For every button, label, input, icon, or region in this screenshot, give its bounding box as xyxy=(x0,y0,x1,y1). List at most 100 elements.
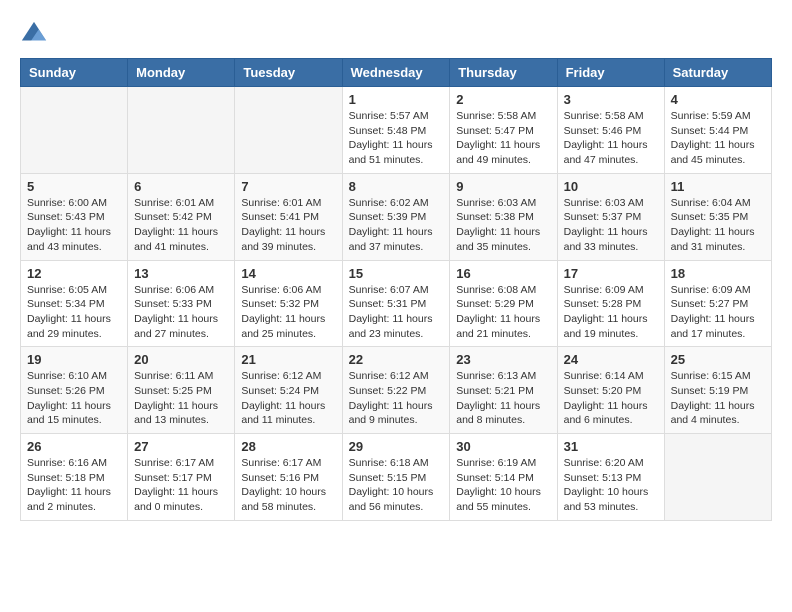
day-number: 12 xyxy=(27,266,121,281)
calendar-cell: 7 Sunrise: 6:01 AM Sunset: 5:41 PM Daylig… xyxy=(235,173,342,260)
calendar-week-row: 1 Sunrise: 5:57 AM Sunset: 5:48 PM Daylig… xyxy=(21,87,772,174)
day-info: Sunrise: 6:03 AM Sunset: 5:37 PM Dayligh… xyxy=(564,196,658,255)
day-number: 15 xyxy=(349,266,444,281)
calendar-week-row: 19Sunrise: 6:10 AM Sunset: 5:26 PM Dayli… xyxy=(21,347,772,434)
day-info: Sunrise: 6:11 AM Sunset: 5:25 PM Dayligh… xyxy=(134,369,228,428)
day-info: Sunrise: 6:01 AM Sunset: 5:41 PM Dayligh… xyxy=(241,196,335,255)
calendar-cell xyxy=(664,434,771,521)
calendar-cell: 6 Sunrise: 6:01 AM Sunset: 5:42 PM Daylig… xyxy=(128,173,235,260)
day-of-week-header: Sunday xyxy=(21,59,128,87)
day-number: 22 xyxy=(349,352,444,367)
day-number: 1 xyxy=(349,92,444,107)
calendar-cell: 31 Sunrise: 6:20 AM Sunset: 5:13 PM Dayli… xyxy=(557,434,664,521)
calendar-cell: 26 Sunrise: 6:16 AM Sunset: 5:18 PM Dayli… xyxy=(21,434,128,521)
logo xyxy=(20,20,52,48)
day-number: 2 xyxy=(456,92,550,107)
day-number: 13 xyxy=(134,266,228,281)
calendar-week-row: 26 Sunrise: 6:16 AM Sunset: 5:18 PM Dayli… xyxy=(21,434,772,521)
calendar-cell: 12 Sunrise: 6:05 AM Sunset: 5:34 PM Dayli… xyxy=(21,260,128,347)
day-number: 5 xyxy=(27,179,121,194)
calendar-cell: 24Sunrise: 6:14 AM Sunset: 5:20 PM Dayli… xyxy=(557,347,664,434)
page-header xyxy=(20,20,772,48)
day-info: Sunrise: 6:16 AM Sunset: 5:18 PM Dayligh… xyxy=(27,456,121,515)
day-number: 26 xyxy=(27,439,121,454)
calendar-cell: 11 Sunrise: 6:04 AM Sunset: 5:35 PM Dayli… xyxy=(664,173,771,260)
day-info: Sunrise: 6:06 AM Sunset: 5:33 PM Dayligh… xyxy=(134,283,228,342)
calendar-week-row: 12 Sunrise: 6:05 AM Sunset: 5:34 PM Dayli… xyxy=(21,260,772,347)
day-info: Sunrise: 6:09 AM Sunset: 5:27 PM Dayligh… xyxy=(671,283,765,342)
day-info: Sunrise: 6:19 AM Sunset: 5:14 PM Dayligh… xyxy=(456,456,550,515)
day-number: 8 xyxy=(349,179,444,194)
calendar-cell: 9Sunrise: 6:03 AM Sunset: 5:38 PM Daylig… xyxy=(450,173,557,260)
calendar-cell: 2 Sunrise: 5:58 AM Sunset: 5:47 PM Daylig… xyxy=(450,87,557,174)
day-info: Sunrise: 6:01 AM Sunset: 5:42 PM Dayligh… xyxy=(134,196,228,255)
calendar-cell: 25 Sunrise: 6:15 AM Sunset: 5:19 PM Dayli… xyxy=(664,347,771,434)
day-of-week-header: Saturday xyxy=(664,59,771,87)
day-number: 3 xyxy=(564,92,658,107)
calendar-cell: 8 Sunrise: 6:02 AM Sunset: 5:39 PM Daylig… xyxy=(342,173,450,260)
day-number: 28 xyxy=(241,439,335,454)
calendar-cell: 4 Sunrise: 5:59 AM Sunset: 5:44 PM Daylig… xyxy=(664,87,771,174)
day-number: 27 xyxy=(134,439,228,454)
calendar-cell: 20 Sunrise: 6:11 AM Sunset: 5:25 PM Dayli… xyxy=(128,347,235,434)
day-info: Sunrise: 5:58 AM Sunset: 5:46 PM Dayligh… xyxy=(564,109,658,168)
day-number: 14 xyxy=(241,266,335,281)
day-of-week-header: Friday xyxy=(557,59,664,87)
day-of-week-header: Monday xyxy=(128,59,235,87)
day-of-week-header: Wednesday xyxy=(342,59,450,87)
day-info: Sunrise: 6:12 AM Sunset: 5:24 PM Dayligh… xyxy=(241,369,335,428)
day-info: Sunrise: 5:57 AM Sunset: 5:48 PM Dayligh… xyxy=(349,109,444,168)
calendar-table: SundayMondayTuesdayWednesdayThursdayFrid… xyxy=(20,58,772,521)
day-number: 6 xyxy=(134,179,228,194)
calendar-body: 1 Sunrise: 5:57 AM Sunset: 5:48 PM Daylig… xyxy=(21,87,772,521)
calendar-cell: 5Sunrise: 6:00 AM Sunset: 5:43 PM Daylig… xyxy=(21,173,128,260)
day-info: Sunrise: 6:05 AM Sunset: 5:34 PM Dayligh… xyxy=(27,283,121,342)
day-number: 17 xyxy=(564,266,658,281)
day-info: Sunrise: 6:08 AM Sunset: 5:29 PM Dayligh… xyxy=(456,283,550,342)
day-number: 19 xyxy=(27,352,121,367)
day-number: 16 xyxy=(456,266,550,281)
calendar-cell: 1 Sunrise: 5:57 AM Sunset: 5:48 PM Daylig… xyxy=(342,87,450,174)
day-number: 20 xyxy=(134,352,228,367)
calendar-cell: 28 Sunrise: 6:17 AM Sunset: 5:16 PM Dayli… xyxy=(235,434,342,521)
calendar-cell: 15 Sunrise: 6:07 AM Sunset: 5:31 PM Dayli… xyxy=(342,260,450,347)
calendar-cell: 23Sunrise: 6:13 AM Sunset: 5:21 PM Dayli… xyxy=(450,347,557,434)
day-of-week-header: Thursday xyxy=(450,59,557,87)
calendar-cell: 27 Sunrise: 6:17 AM Sunset: 5:17 PM Dayli… xyxy=(128,434,235,521)
day-number: 18 xyxy=(671,266,765,281)
day-info: Sunrise: 6:02 AM Sunset: 5:39 PM Dayligh… xyxy=(349,196,444,255)
day-info: Sunrise: 5:59 AM Sunset: 5:44 PM Dayligh… xyxy=(671,109,765,168)
day-number: 30 xyxy=(456,439,550,454)
day-number: 31 xyxy=(564,439,658,454)
calendar-header: SundayMondayTuesdayWednesdayThursdayFrid… xyxy=(21,59,772,87)
day-number: 10 xyxy=(564,179,658,194)
day-number: 21 xyxy=(241,352,335,367)
day-info: Sunrise: 6:04 AM Sunset: 5:35 PM Dayligh… xyxy=(671,196,765,255)
day-info: Sunrise: 6:20 AM Sunset: 5:13 PM Dayligh… xyxy=(564,456,658,515)
day-number: 7 xyxy=(241,179,335,194)
day-info: Sunrise: 6:17 AM Sunset: 5:16 PM Dayligh… xyxy=(241,456,335,515)
day-info: Sunrise: 6:15 AM Sunset: 5:19 PM Dayligh… xyxy=(671,369,765,428)
day-number: 9 xyxy=(456,179,550,194)
calendar-cell xyxy=(21,87,128,174)
calendar-cell: 22Sunrise: 6:12 AM Sunset: 5:22 PM Dayli… xyxy=(342,347,450,434)
day-number: 29 xyxy=(349,439,444,454)
day-info: Sunrise: 5:58 AM Sunset: 5:47 PM Dayligh… xyxy=(456,109,550,168)
day-number: 4 xyxy=(671,92,765,107)
day-info: Sunrise: 6:09 AM Sunset: 5:28 PM Dayligh… xyxy=(564,283,658,342)
calendar-cell: 13 Sunrise: 6:06 AM Sunset: 5:33 PM Dayli… xyxy=(128,260,235,347)
calendar-cell xyxy=(128,87,235,174)
day-header-row: SundayMondayTuesdayWednesdayThursdayFrid… xyxy=(21,59,772,87)
day-info: Sunrise: 6:14 AM Sunset: 5:20 PM Dayligh… xyxy=(564,369,658,428)
calendar-cell xyxy=(235,87,342,174)
day-of-week-header: Tuesday xyxy=(235,59,342,87)
day-info: Sunrise: 6:17 AM Sunset: 5:17 PM Dayligh… xyxy=(134,456,228,515)
calendar-cell: 21 Sunrise: 6:12 AM Sunset: 5:24 PM Dayli… xyxy=(235,347,342,434)
day-number: 25 xyxy=(671,352,765,367)
day-number: 11 xyxy=(671,179,765,194)
calendar-cell: 16 Sunrise: 6:08 AM Sunset: 5:29 PM Dayli… xyxy=(450,260,557,347)
calendar-cell: 19Sunrise: 6:10 AM Sunset: 5:26 PM Dayli… xyxy=(21,347,128,434)
calendar-cell: 18 Sunrise: 6:09 AM Sunset: 5:27 PM Dayli… xyxy=(664,260,771,347)
day-info: Sunrise: 6:07 AM Sunset: 5:31 PM Dayligh… xyxy=(349,283,444,342)
calendar-cell: 17 Sunrise: 6:09 AM Sunset: 5:28 PM Dayli… xyxy=(557,260,664,347)
